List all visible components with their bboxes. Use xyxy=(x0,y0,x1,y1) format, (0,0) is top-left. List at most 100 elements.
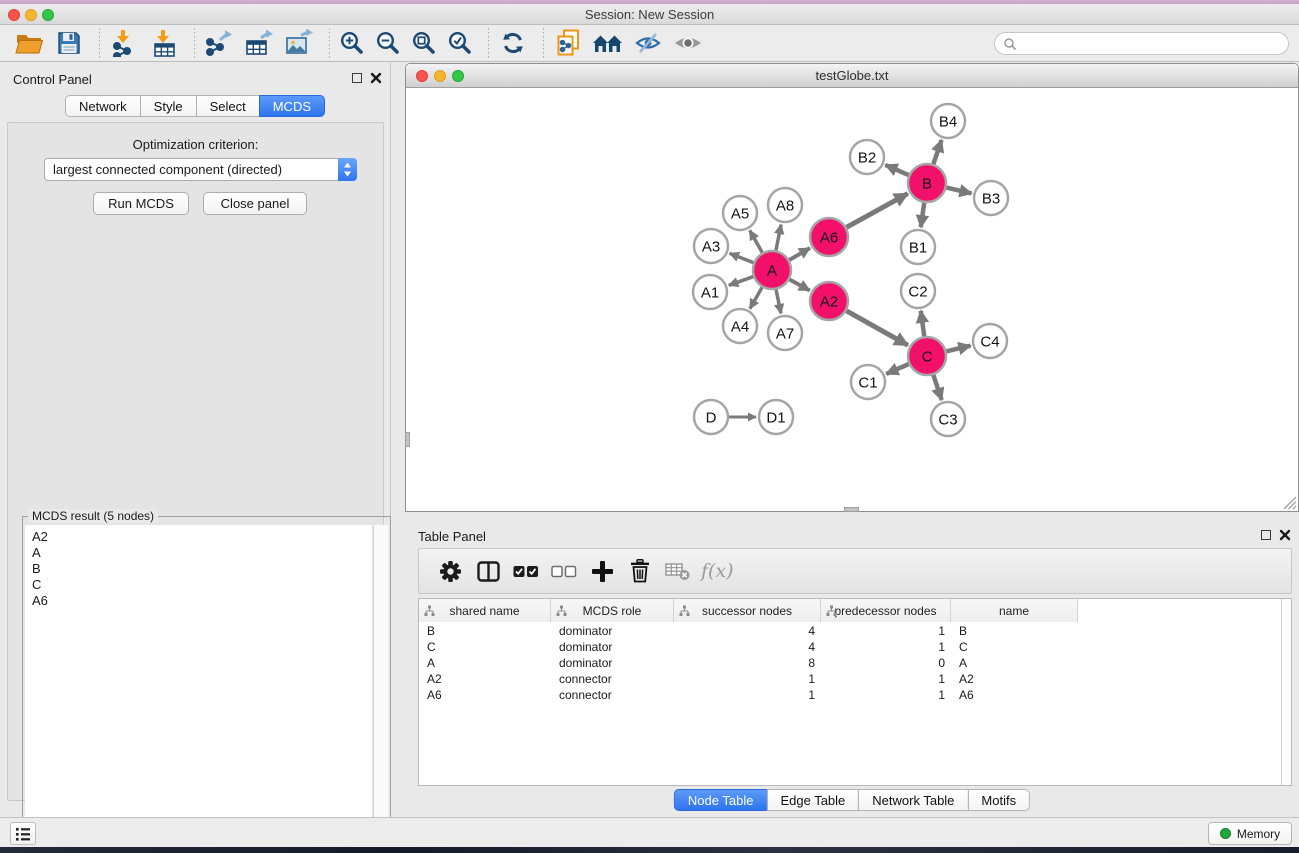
edge-C-C4[interactable] xyxy=(946,346,970,352)
split-columns-icon[interactable] xyxy=(469,554,507,588)
list-item[interactable]: C xyxy=(32,577,372,593)
table-cell[interactable]: 1 xyxy=(821,639,951,655)
edge-A-A1[interactable] xyxy=(729,277,753,286)
table-cell[interactable]: dominator xyxy=(551,623,674,639)
table-row[interactable]: A6connector11A6 xyxy=(419,687,1281,703)
tab-style[interactable]: Style xyxy=(140,95,197,117)
table-row[interactable]: Adominator80A xyxy=(419,655,1281,671)
eye-icon[interactable] xyxy=(671,27,705,59)
edge-A-A5[interactable] xyxy=(750,230,762,252)
column-header-name[interactable]: name xyxy=(951,599,1078,622)
float-panel-icon[interactable] xyxy=(1261,530,1271,540)
export-table-icon[interactable] xyxy=(242,27,276,59)
edge-B-B2[interactable] xyxy=(885,165,908,175)
table-cell[interactable]: 4 xyxy=(674,623,821,639)
copy-network-icon[interactable] xyxy=(551,27,585,59)
criterion-dropdown[interactable]: largest connected component (directed) xyxy=(44,158,357,181)
table-row[interactable]: Cdominator41C xyxy=(419,639,1281,655)
edge-A-A2[interactable] xyxy=(790,280,810,291)
task-history-button[interactable] xyxy=(10,822,36,845)
table-cell[interactable]: A2 xyxy=(419,671,551,687)
edge-A-A4[interactable] xyxy=(750,287,762,308)
table-row[interactable]: Bdominator41B xyxy=(419,623,1281,639)
gear-icon[interactable] xyxy=(431,554,469,588)
tab-motifs[interactable]: Motifs xyxy=(967,789,1030,811)
table-scrollbar[interactable] xyxy=(1281,599,1291,785)
table-cell[interactable]: A6 xyxy=(951,687,1078,703)
eye-slash-icon[interactable] xyxy=(631,27,665,59)
list-item[interactable]: B xyxy=(32,561,372,577)
home-icon[interactable] xyxy=(591,27,625,59)
table-cell[interactable]: 1 xyxy=(674,671,821,687)
table-cell[interactable]: 1 xyxy=(821,623,951,639)
close-panel-icon[interactable] xyxy=(370,72,382,84)
delete-table-icon[interactable] xyxy=(659,554,697,588)
table-cell[interactable]: 8 xyxy=(674,655,821,671)
search-field[interactable] xyxy=(994,32,1289,55)
table-cell[interactable]: C xyxy=(951,639,1078,655)
run-mcds-button[interactable]: Run MCDS xyxy=(93,192,189,215)
tab-edge-table[interactable]: Edge Table xyxy=(766,789,859,811)
zoom-in-icon[interactable] xyxy=(337,27,367,59)
tab-network-table[interactable]: Network Table xyxy=(858,789,968,811)
float-panel-icon[interactable] xyxy=(352,73,362,83)
import-network-icon[interactable] xyxy=(107,27,141,59)
table-cell[interactable]: A6 xyxy=(419,687,551,703)
table-cell[interactable]: B xyxy=(951,623,1078,639)
result-list-scrollbar[interactable] xyxy=(373,525,388,852)
function-builder-icon[interactable]: f(x) xyxy=(701,560,734,582)
select-all-checkboxes-icon[interactable] xyxy=(507,554,545,588)
table-cell[interactable]: 0 xyxy=(821,655,951,671)
table-cell[interactable]: B xyxy=(419,623,551,639)
edge-A-A6[interactable] xyxy=(789,248,810,260)
edge-A-A7[interactable] xyxy=(776,290,781,314)
edge-B-B4[interactable] xyxy=(933,140,941,164)
edge-C-C2[interactable] xyxy=(921,311,925,336)
table-cell[interactable]: A xyxy=(951,655,1078,671)
export-image-icon[interactable] xyxy=(282,27,316,59)
column-header-shared-name[interactable]: shared name xyxy=(419,599,551,622)
column-header-successor-nodes[interactable]: successor nodes xyxy=(674,599,821,622)
import-table-icon[interactable] xyxy=(147,27,181,59)
edge-C-C1[interactable] xyxy=(886,364,908,374)
table-cell[interactable]: 1 xyxy=(674,687,821,703)
add-column-icon[interactable] xyxy=(583,554,621,588)
table-cell[interactable]: 4 xyxy=(674,639,821,655)
table-cell[interactable]: 1 xyxy=(821,671,951,687)
column-header-mcds-role[interactable]: MCDS role xyxy=(551,599,674,622)
table-cell[interactable]: dominator xyxy=(551,639,674,655)
edge-B-B3[interactable] xyxy=(946,188,971,194)
refresh-icon[interactable] xyxy=(496,27,530,59)
resize-gripper-icon[interactable] xyxy=(1282,495,1297,510)
table-cell[interactable]: connector xyxy=(551,687,674,703)
tab-node-table[interactable]: Node Table xyxy=(674,789,768,811)
export-network-icon[interactable] xyxy=(202,27,236,59)
search-input[interactable] xyxy=(1017,35,1288,53)
tab-select[interactable]: Select xyxy=(196,95,260,117)
list-item[interactable]: A2 xyxy=(32,529,372,545)
table-cell[interactable]: C xyxy=(419,639,551,655)
node-table[interactable]: shared nameMCDS rolesuccessor nodesprede… xyxy=(418,598,1292,786)
table-cell[interactable]: A2 xyxy=(951,671,1078,687)
open-folder-icon[interactable] xyxy=(12,27,46,59)
zoom-fit-icon[interactable] xyxy=(409,27,439,59)
edge-B-B1[interactable] xyxy=(921,203,924,227)
memory-button[interactable]: Memory xyxy=(1208,822,1292,845)
zoom-out-icon[interactable] xyxy=(373,27,403,59)
list-item[interactable]: A6 xyxy=(32,593,372,609)
network-graph[interactable]: B4B2BB3A8A5A6A3B1AA1C2A2A4A7C4CC1C3DD1 xyxy=(406,88,1298,509)
deselect-all-checkboxes-icon[interactable] xyxy=(545,554,583,588)
table-cell[interactable]: 1 xyxy=(821,687,951,703)
tab-mcds[interactable]: MCDS xyxy=(259,95,325,117)
save-icon[interactable] xyxy=(52,27,86,59)
edge-A2-C[interactable] xyxy=(846,311,907,345)
edge-A-A8[interactable] xyxy=(776,225,781,251)
table-cell[interactable]: dominator xyxy=(551,655,674,671)
table-cell[interactable]: A xyxy=(419,655,551,671)
table-row[interactable]: A2connector11A2 xyxy=(419,671,1281,687)
edge-C-C3[interactable] xyxy=(933,375,941,400)
edge-A-A3[interactable] xyxy=(730,253,754,262)
list-item[interactable]: A xyxy=(32,545,372,561)
edge-A6-B[interactable] xyxy=(847,194,908,228)
zoom-selected-icon[interactable] xyxy=(445,27,475,59)
